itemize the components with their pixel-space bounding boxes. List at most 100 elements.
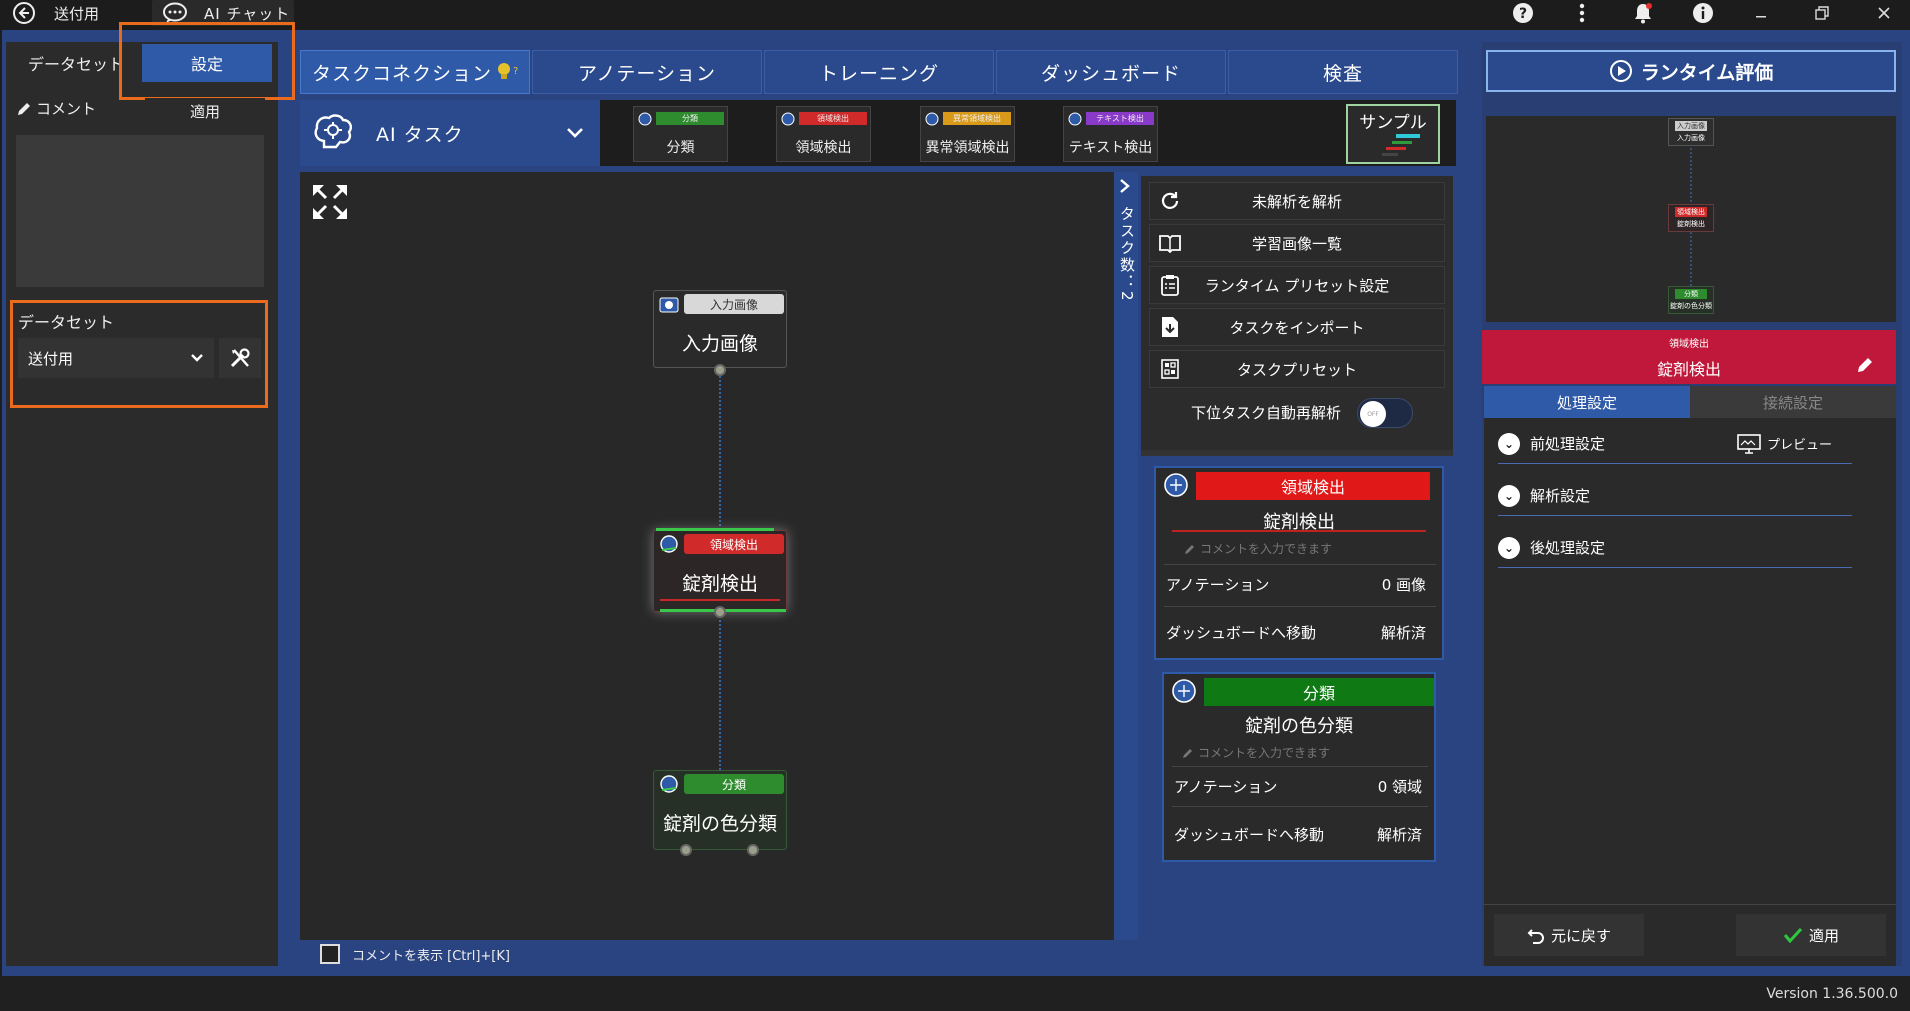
setting-label: 後処理設定 bbox=[1530, 539, 1606, 557]
tab-inspection[interactable]: 検査 bbox=[1228, 50, 1458, 94]
info-icon[interactable] bbox=[1691, 2, 1715, 24]
apply-label: 適用 bbox=[1808, 926, 1839, 945]
tab-dashboard[interactable]: ダッシュボード bbox=[996, 50, 1226, 94]
sample-thumbnail-icon bbox=[1378, 134, 1428, 158]
ai-chat-label: AI チャット bbox=[204, 4, 291, 23]
edit-pencil-icon[interactable] bbox=[1856, 356, 1874, 374]
action-label: 未解析を解析 bbox=[1251, 192, 1342, 211]
comment-apply-button[interactable]: 適用 bbox=[145, 98, 265, 124]
ai-brain-icon bbox=[1162, 472, 1190, 498]
chevron-down-icon: ⌄ bbox=[1498, 432, 1520, 455]
tab-connection-settings[interactable]: 接続設定 bbox=[1690, 386, 1896, 418]
mini-node-input: 入力画像 入力画像 bbox=[1668, 118, 1714, 146]
node-tag: 入力画像 bbox=[684, 294, 784, 314]
annotation-value: 0 領域 bbox=[1377, 778, 1422, 796]
ai-brain-icon bbox=[1068, 112, 1082, 126]
dataset-label: データセット bbox=[18, 313, 115, 332]
show-comment-checkbox[interactable] bbox=[320, 944, 340, 964]
revert-button[interactable]: 元に戻す bbox=[1494, 914, 1644, 956]
apply-button[interactable]: 適用 bbox=[1736, 914, 1886, 956]
restore-icon[interactable] bbox=[1810, 2, 1834, 24]
preprocessing-settings-row[interactable]: ⌄ 前処理設定 プレビュー bbox=[1498, 424, 1852, 464]
more-vertical-icon[interactable] bbox=[1570, 2, 1594, 24]
minimize-icon[interactable] bbox=[1749, 2, 1773, 24]
tab-processing-settings[interactable]: 処理設定 bbox=[1484, 386, 1690, 418]
card-tag: 分類 bbox=[1204, 678, 1434, 706]
runtime-preset-settings-button[interactable]: ランタイム プリセット設定 bbox=[1149, 266, 1445, 304]
divider bbox=[1172, 806, 1428, 807]
runtime-evaluation-label: ランタイム評価 bbox=[1640, 61, 1774, 84]
task-card-tablet-color-classification[interactable]: 分類 錠剤の色分類 コメントを入力できます アノテーション 0 領域 ダッシュボー… bbox=[1162, 672, 1436, 862]
divider bbox=[1164, 606, 1436, 607]
node-tablet-color-classification[interactable]: 分類 錠剤の色分類 bbox=[653, 770, 787, 850]
card-comment-input[interactable]: コメントを入力できます bbox=[1182, 744, 1330, 761]
close-icon[interactable] bbox=[1872, 2, 1896, 24]
task-type-anomaly-detection[interactable]: 異常領域検出 異常領域検出 bbox=[920, 106, 1015, 162]
node-output-port[interactable] bbox=[714, 364, 726, 376]
task-type-tag: 領域検出 bbox=[799, 112, 867, 125]
task-type-label: 異常領域検出 bbox=[925, 140, 1010, 156]
card-comment-input[interactable]: コメントを入力できます bbox=[1184, 540, 1332, 557]
analyze-unanalyzed-button[interactable]: 未解析を解析 bbox=[1149, 182, 1445, 220]
task-type-tag: テキスト検出 bbox=[1086, 112, 1154, 125]
task-type-label: テキスト検出 bbox=[1068, 140, 1153, 156]
tab-training[interactable]: トレーニング bbox=[764, 50, 994, 94]
node-output-port[interactable] bbox=[747, 844, 759, 856]
chevron-right-icon bbox=[1118, 178, 1132, 194]
node-tag: 分類 bbox=[684, 774, 784, 794]
setting-label: 解析設定 bbox=[1530, 487, 1591, 505]
canvas-footer: コメントを表示 [Ctrl]+[K] bbox=[300, 940, 1458, 968]
checkmark-icon bbox=[1783, 927, 1803, 943]
node-title: 入力画像 bbox=[681, 333, 758, 355]
annotation-label: アノテーション bbox=[1166, 576, 1270, 594]
dataset-select[interactable]: 送付用 bbox=[18, 338, 214, 378]
back-icon bbox=[12, 1, 36, 25]
tab-task-connection[interactable]: タスクコネクション ? bbox=[300, 50, 530, 94]
import-task-button[interactable]: タスクをインポート bbox=[1149, 308, 1445, 346]
notification-bell-icon[interactable] bbox=[1631, 2, 1655, 24]
card-dashboard-row[interactable]: ダッシュボードへ移動 解析済 bbox=[1174, 824, 1422, 845]
mini-node-tag: 分類 bbox=[1675, 289, 1707, 299]
task-type-label: 分類 bbox=[666, 140, 695, 156]
svg-text:?: ? bbox=[513, 66, 518, 77]
sample-button[interactable]: サンプル bbox=[1346, 104, 1440, 164]
card-annotation-row[interactable]: アノテーション 0 画像 bbox=[1166, 574, 1426, 595]
comment-placeholder: コメントを入力できます bbox=[1200, 542, 1333, 556]
node-output-port[interactable] bbox=[714, 606, 726, 618]
action-label: タスクプリセット bbox=[1236, 360, 1357, 379]
task-type-text-detection[interactable]: テキスト検出 テキスト検出 bbox=[1063, 106, 1158, 162]
version-label: Version 1.36.500.0 bbox=[1766, 986, 1898, 1002]
auto-reanalyze-toggle[interactable]: OFF bbox=[1357, 398, 1413, 428]
task-card-tablet-detection[interactable]: 領域検出 錠剤検出 コメントを入力できます アノテーション 0 画像 ダッシュボー… bbox=[1154, 466, 1444, 660]
action-panel: 未解析を解析 学習画像一覧 ランタイム プリセット設定 タスクをインポート タス… bbox=[1141, 176, 1453, 450]
task-type-region-detection[interactable]: 領域検出 領域検出 bbox=[776, 106, 871, 162]
task-canvas[interactable]: 入力画像 入力画像 領域検出 錠剤検出 分類 錠剤の色分類 bbox=[300, 172, 1114, 940]
ai-task-dropdown[interactable]: AI タスク bbox=[300, 100, 600, 166]
node-tablet-detection[interactable]: 領域検出 錠剤検出 bbox=[653, 528, 787, 612]
back-button[interactable]: 送付用 bbox=[12, 0, 99, 26]
training-images-button[interactable]: 学習画像一覧 bbox=[1149, 224, 1445, 262]
chevron-down-icon bbox=[190, 353, 204, 363]
task-count-side-tab[interactable]: タスク数：2 bbox=[1114, 172, 1138, 940]
task-preset-button[interactable]: タスクプリセット bbox=[1149, 350, 1445, 388]
card-tag: 領域検出 bbox=[1196, 472, 1430, 500]
comment-textarea[interactable] bbox=[16, 135, 264, 287]
analysis-settings-row[interactable]: ⌄ 解析設定 bbox=[1498, 476, 1852, 516]
back-label: 送付用 bbox=[54, 4, 100, 23]
dataset-tools-button[interactable] bbox=[219, 338, 261, 378]
card-annotation-row[interactable]: アノテーション 0 領域 bbox=[1174, 776, 1422, 797]
mini-map[interactable]: 入力画像 入力画像 領域検出 錠剤検出 分類 錠剤の色分類 bbox=[1486, 116, 1896, 322]
card-dashboard-row[interactable]: ダッシュボードへ移動 解析済 bbox=[1166, 622, 1426, 643]
task-type-classification[interactable]: 分類 分類 bbox=[633, 106, 728, 162]
selected-task-title: 錠剤検出 bbox=[1656, 360, 1721, 379]
help-icon[interactable]: ? bbox=[1511, 2, 1535, 24]
runtime-evaluation-button[interactable]: ランタイム評価 bbox=[1486, 50, 1896, 92]
node-selection-bar bbox=[656, 528, 774, 531]
tab-annotation[interactable]: アノテーション bbox=[532, 50, 762, 94]
card-underline bbox=[1172, 530, 1426, 532]
preview-button[interactable]: プレビュー bbox=[1737, 433, 1832, 454]
node-input-image[interactable]: 入力画像 入力画像 bbox=[653, 290, 787, 368]
mini-node-tag: 入力画像 bbox=[1675, 121, 1707, 131]
postprocessing-settings-row[interactable]: ⌄ 後処理設定 bbox=[1498, 528, 1852, 568]
node-output-port[interactable] bbox=[680, 844, 692, 856]
